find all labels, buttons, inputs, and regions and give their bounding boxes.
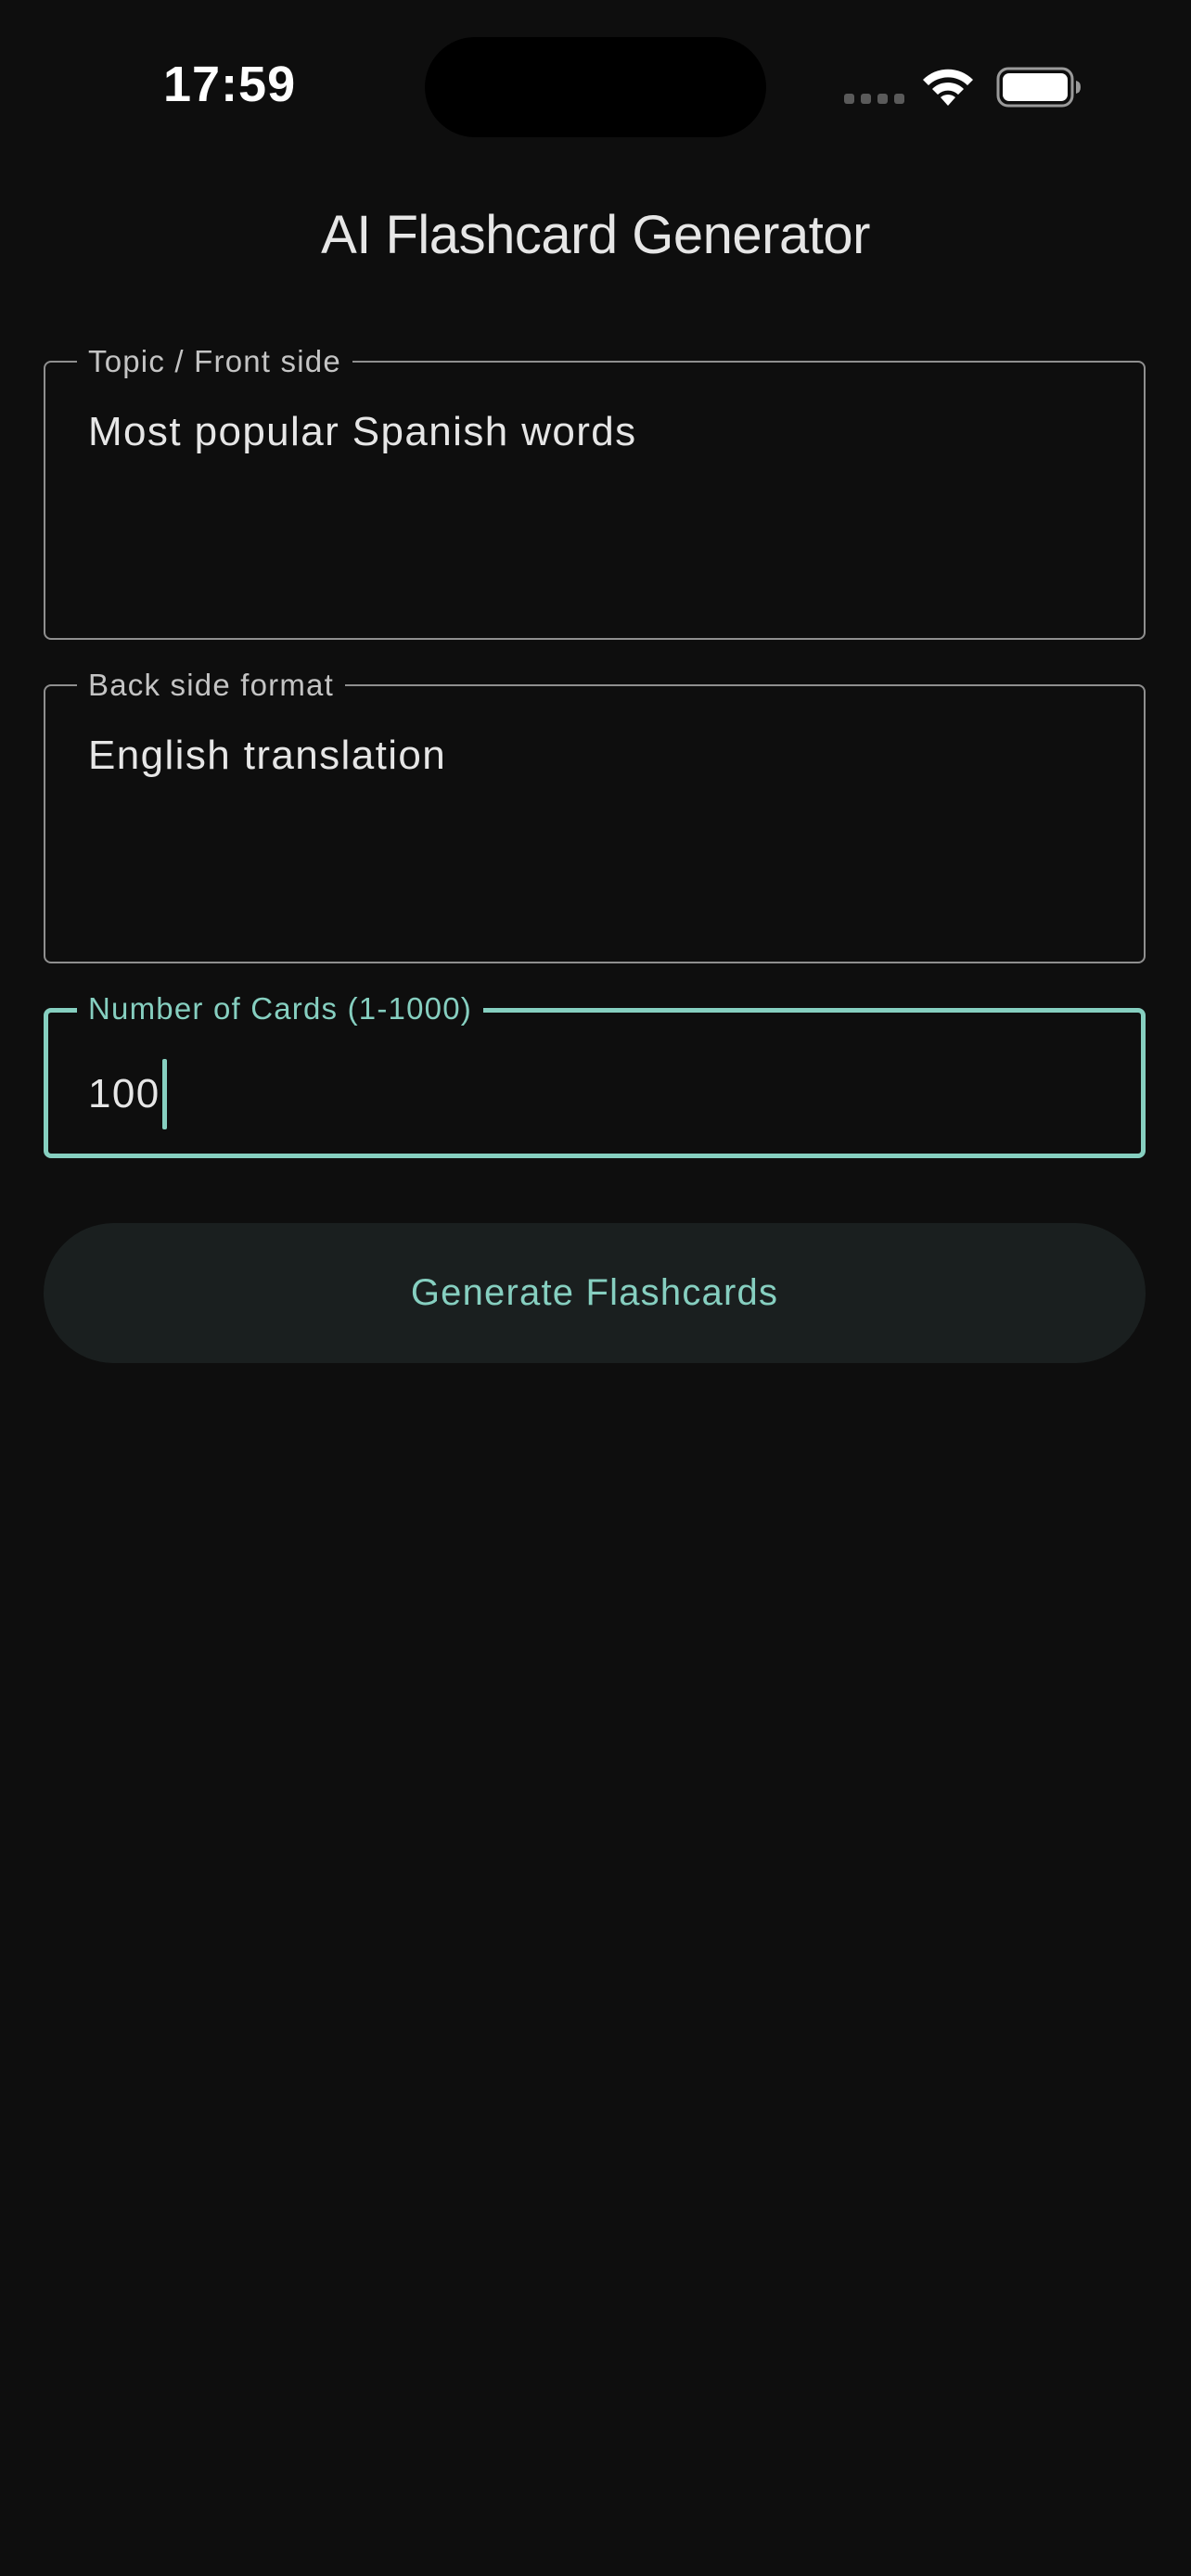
page-title: AI Flashcard Generator — [321, 205, 870, 265]
text-cursor — [161, 1059, 167, 1129]
card-count-value: 100 — [88, 1071, 160, 1116]
status-bar: 17:59 — [0, 0, 1191, 176]
back-format-field-value[interactable]: English translation — [88, 733, 446, 779]
card-count-field-label: Number of Cards (1-1000) — [77, 991, 483, 1027]
wifi-icon — [923, 69, 973, 106]
back-format-field-label: Back side format — [77, 668, 345, 703]
topic-field-value[interactable]: Most popular Spanish words — [88, 409, 637, 455]
back-format-field[interactable]: Back side format English translation — [44, 668, 1146, 963]
card-count-input[interactable]: 100 — [88, 1059, 167, 1129]
topic-field[interactable]: Topic / Front side Most popular Spanish … — [44, 344, 1146, 640]
battery-icon — [996, 67, 1081, 108]
generate-flashcards-button[interactable]: Generate Flashcards — [44, 1223, 1146, 1363]
cellular-signal-icon — [844, 94, 904, 104]
card-count-field[interactable]: Number of Cards (1-1000) 100 — [44, 991, 1146, 1158]
topic-field-label: Topic / Front side — [77, 344, 352, 379]
status-time: 17:59 — [163, 57, 297, 112]
dynamic-island — [425, 37, 766, 137]
